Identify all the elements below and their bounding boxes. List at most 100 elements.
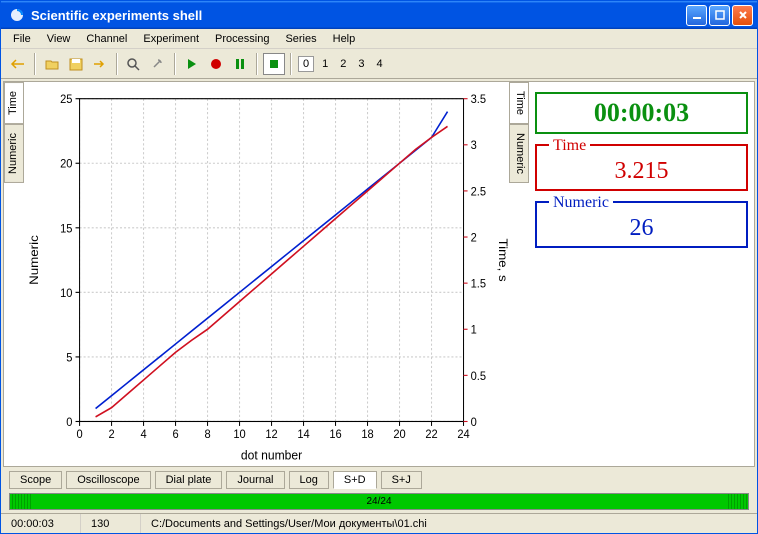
- separator: [256, 53, 258, 75]
- svg-text:16: 16: [329, 428, 341, 442]
- menu-view[interactable]: View: [39, 31, 79, 47]
- record-button[interactable]: [205, 53, 227, 75]
- tab-sj[interactable]: S+J: [381, 471, 422, 489]
- num-button-0[interactable]: 0: [298, 56, 314, 72]
- separator: [290, 53, 292, 75]
- svg-text:6: 6: [172, 428, 178, 442]
- svg-text:0: 0: [76, 428, 83, 442]
- statusbar: 00:00:03 130 C:/Documents and Settings/U…: [1, 513, 757, 533]
- num-button-3[interactable]: 3: [354, 56, 368, 72]
- time-label: Time: [549, 137, 590, 155]
- export-button[interactable]: [89, 53, 111, 75]
- open-button[interactable]: [41, 53, 63, 75]
- svg-text:14: 14: [297, 428, 310, 442]
- app-icon: [9, 7, 25, 23]
- svg-text:3: 3: [471, 139, 477, 153]
- svg-text:Time, s: Time, s: [496, 238, 509, 281]
- num-button-2[interactable]: 2: [336, 56, 350, 72]
- tab-dial-plate[interactable]: Dial plate: [155, 471, 223, 489]
- svg-text:2: 2: [108, 428, 114, 442]
- maximize-button[interactable]: [709, 5, 730, 26]
- svg-text:24: 24: [457, 428, 470, 442]
- svg-text:Numeric: Numeric: [27, 235, 41, 285]
- tab-sd[interactable]: S+D: [333, 471, 377, 489]
- progress-text: 24/24: [366, 496, 391, 507]
- save-button[interactable]: [65, 53, 87, 75]
- window-buttons: [686, 5, 753, 26]
- tab-scope[interactable]: Scope: [9, 471, 62, 489]
- app-window: Scientific experiments shell File View C…: [0, 0, 758, 534]
- menu-help[interactable]: Help: [325, 31, 364, 47]
- svg-text:8: 8: [204, 428, 210, 442]
- progress-zone: 24/24: [1, 491, 757, 513]
- time-value: 3.215: [545, 158, 738, 185]
- status-count: 130: [81, 514, 141, 533]
- tab-log[interactable]: Log: [289, 471, 329, 489]
- svg-text:15: 15: [60, 222, 73, 236]
- time-display: Time 3.215: [535, 144, 748, 191]
- svg-text:1.5: 1.5: [471, 277, 487, 291]
- tab-oscilloscope[interactable]: Oscilloscope: [66, 471, 150, 489]
- stop-button[interactable]: [263, 53, 285, 75]
- left-vertical-tabs: Time Numeric: [4, 82, 24, 466]
- right-vertical-tabs: Time Numeric: [509, 82, 529, 466]
- tool-button[interactable]: [147, 53, 169, 75]
- numeric-label: Numeric: [549, 194, 613, 212]
- svg-text:22: 22: [425, 428, 437, 442]
- pause-button[interactable]: [229, 53, 251, 75]
- separator: [174, 53, 176, 75]
- status-time: 00:00:03: [1, 514, 81, 533]
- num-button-1[interactable]: 1: [318, 56, 332, 72]
- window-title: Scientific experiments shell: [29, 8, 686, 23]
- menu-series[interactable]: Series: [277, 31, 324, 47]
- clock-value: 00:00:03: [545, 98, 738, 128]
- menu-processing[interactable]: Processing: [207, 31, 277, 47]
- svg-text:1: 1: [471, 323, 477, 337]
- right-tab-time[interactable]: Time: [509, 82, 529, 124]
- numeric-value: 26: [545, 215, 738, 242]
- svg-text:dot number: dot number: [241, 447, 303, 463]
- bottom-tabs: Scope Oscilloscope Dial plate Journal Lo…: [1, 469, 757, 491]
- svg-text:25: 25: [60, 93, 73, 107]
- svg-text:20: 20: [60, 157, 73, 171]
- menu-channel[interactable]: Channel: [78, 31, 135, 47]
- clock-display: 00:00:03: [535, 92, 748, 134]
- chart-area: 024681012141618202224051015202500.511.52…: [24, 82, 509, 466]
- svg-text:12: 12: [265, 428, 277, 442]
- tab-journal[interactable]: Journal: [226, 471, 284, 489]
- svg-text:10: 10: [60, 286, 73, 300]
- left-tab-time[interactable]: Time: [4, 82, 24, 124]
- display-panel: 00:00:03 Time 3.215 Numeric 26: [529, 82, 754, 466]
- menu-experiment[interactable]: Experiment: [135, 31, 207, 47]
- zoom-button[interactable]: [123, 53, 145, 75]
- menubar: File View Channel Experiment Processing …: [1, 29, 757, 49]
- svg-text:0.5: 0.5: [471, 369, 487, 383]
- toolbar: 0 1 2 3 4: [1, 49, 757, 79]
- play-button[interactable]: [181, 53, 203, 75]
- svg-text:2.5: 2.5: [471, 185, 487, 199]
- right-tab-numeric[interactable]: Numeric: [509, 124, 529, 183]
- close-button[interactable]: [732, 5, 753, 26]
- num-button-4[interactable]: 4: [373, 56, 387, 72]
- separator: [34, 53, 36, 75]
- separator: [116, 53, 118, 75]
- numeric-display: Numeric 26: [535, 201, 748, 248]
- svg-text:3.5: 3.5: [471, 93, 487, 107]
- svg-text:0: 0: [66, 415, 73, 429]
- svg-text:18: 18: [361, 428, 373, 442]
- status-path: C:/Documents and Settings/User/Мои докум…: [141, 514, 757, 533]
- svg-text:4: 4: [140, 428, 147, 442]
- svg-text:5: 5: [66, 351, 73, 365]
- minimize-button[interactable]: [686, 5, 707, 26]
- main-area: Time Numeric 024681012141618202224051015…: [3, 81, 755, 467]
- menu-file[interactable]: File: [5, 31, 39, 47]
- svg-text:2: 2: [471, 231, 477, 245]
- back-button[interactable]: [7, 53, 29, 75]
- line-chart: 024681012141618202224051015202500.511.52…: [24, 82, 509, 466]
- progress-bar: 24/24: [9, 493, 749, 510]
- svg-text:20: 20: [393, 428, 406, 442]
- left-tab-numeric[interactable]: Numeric: [4, 124, 24, 183]
- svg-text:10: 10: [233, 428, 246, 442]
- svg-text:0: 0: [471, 415, 478, 429]
- titlebar: Scientific experiments shell: [1, 1, 757, 29]
